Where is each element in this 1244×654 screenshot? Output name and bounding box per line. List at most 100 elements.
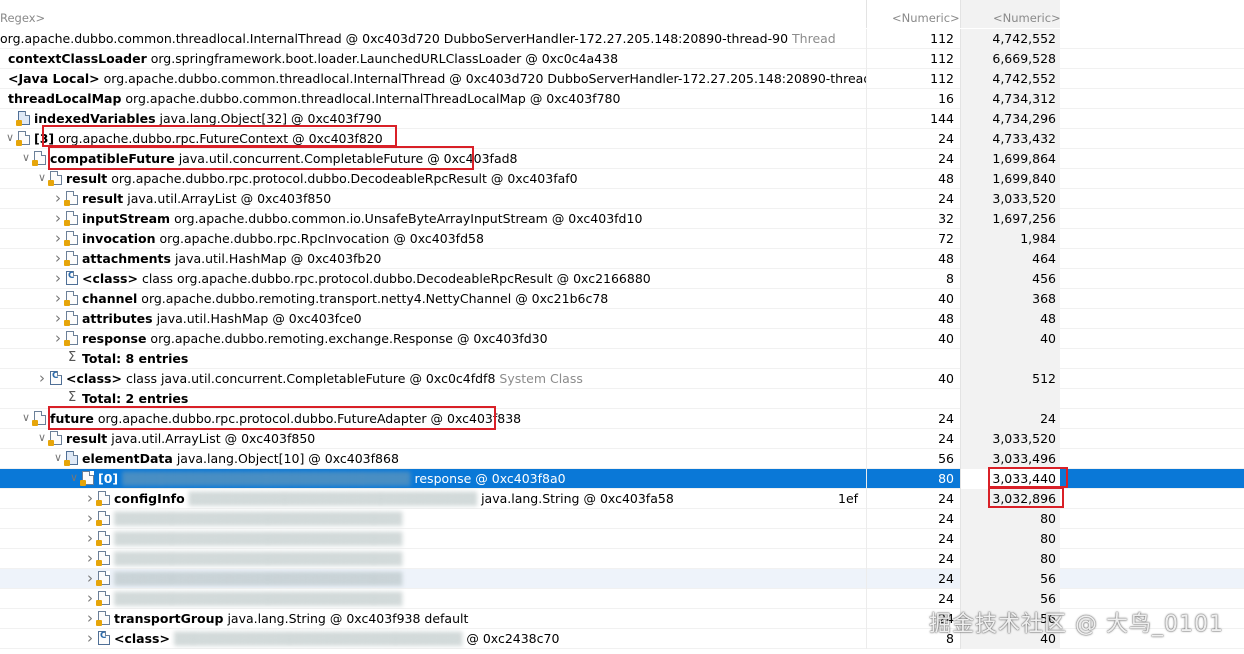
tree-row[interactable]: Σ Total: 2 entries [0,389,1244,409]
collapse-arrow-icon[interactable]: ∨ [68,471,80,485]
tree-row[interactable]: › ▒▒▒▒▒▒▒▒▒▒▒▒▒▒▒▒▒▒▒▒▒▒▒▒▒▒▒▒▒▒ 24 80 [0,549,1244,569]
tree-row[interactable]: › configInfo ▒▒▒▒▒▒▒▒▒▒▒▒▒▒▒▒▒▒▒▒▒▒▒▒▒▒▒▒… [0,489,1244,509]
name-cell[interactable]: ∨ result org.apache.dubbo.rpc.protocol.du… [0,169,866,189]
object-icon [96,531,110,546]
name-cell[interactable]: › configInfo ▒▒▒▒▒▒▒▒▒▒▒▒▒▒▒▒▒▒▒▒▒▒▒▒▒▒▒▒… [0,489,866,509]
name-cell[interactable]: Σ Total: 2 entries [0,389,866,409]
name-cell[interactable]: org.apache.dubbo.common.threadlocal.Inte… [0,29,866,49]
name-cell[interactable]: › attributes java.util.HashMap @ 0xc403fc… [0,309,866,329]
tree-row[interactable]: <Java Local> org.apache.dubbo.common.thr… [0,69,1244,89]
expand-arrow-icon[interactable]: › [52,331,64,346]
name-cell[interactable]: › ▒▒▒▒▒▒▒▒▒▒▒▒▒▒▒▒▒▒▒▒▒▒▒▒▒▒▒▒▒▒ [0,549,866,569]
tree-row[interactable]: contextClassLoader org.springframework.b… [0,49,1244,69]
retained-heap-cell: 3,033,520 [960,189,1060,209]
tree-row[interactable]: › ▒▒▒▒▒▒▒▒▒▒▒▒▒▒▒▒▒▒▒▒▒▒▒▒▒▒▒▒▒▒ 24 80 [0,529,1244,549]
name-cell[interactable]: threadLocalMap org.apache.dubbo.common.t… [0,89,866,109]
object-reference: @ 0xc403f8a0 [475,471,566,486]
tree-row[interactable]: › ▒▒▒▒▒▒▒▒▒▒▒▒▒▒▒▒▒▒▒▒▒▒▒▒▒▒▒▒▒▒ 24 80 [0,509,1244,529]
name-filter[interactable]: Regex> [0,11,45,25]
expand-arrow-icon[interactable]: › [84,531,96,546]
row-label: configInfo ▒▒▒▒▒▒▒▒▒▒▒▒▒▒▒▒▒▒▒▒▒▒▒▒▒▒▒▒▒… [114,491,858,507]
name-cell[interactable]: › attachments java.util.HashMap @ 0xc403f… [0,249,866,269]
expand-arrow-icon[interactable]: › [36,371,48,386]
name-cell[interactable]: ∨ result java.util.ArrayList @ 0xc403f850 [0,429,866,449]
name-cell[interactable]: › ▒▒▒▒▒▒▒▒▒▒▒▒▒▒▒▒▒▒▒▒▒▒▒▒▒▒▒▒▒▒ [0,529,866,549]
shallow-heap-filter[interactable]: <Numeric> [892,11,960,25]
expand-arrow-icon[interactable]: › [52,231,64,246]
expand-arrow-icon[interactable]: › [52,251,64,266]
name-cell[interactable]: › C <class> class org.apache.dubbo.rpc.pro… [0,269,866,289]
name-cell[interactable]: › ▒▒▒▒▒▒▒▒▒▒▒▒▒▒▒▒▒▒▒▒▒▒▒▒▒▒▒▒▒▒ [0,569,866,589]
name-cell[interactable]: › ▒▒▒▒▒▒▒▒▒▒▒▒▒▒▒▒▒▒▒▒▒▒▒▒▒▒▒▒▒▒ [0,589,866,609]
name-cell[interactable]: ∨ compatibleFuture java.util.concurrent.C… [0,149,866,169]
name-cell[interactable]: indexedVariables java.lang.Object[32] @ … [0,109,866,129]
tree-row[interactable]: › C <class> class org.apache.dubbo.rpc.pro… [0,269,1244,289]
tree-row[interactable]: ∨ [0] ▒▒▒▒▒▒▒▒▒▒▒▒▒▒▒▒▒▒▒▒▒▒▒▒▒▒▒▒▒▒ resp… [0,469,1244,489]
tree-row[interactable]: ∨ compatibleFuture java.util.concurrent.C… [0,149,1244,169]
tree-row[interactable]: ∨ [3] org.apache.dubbo.rpc.FutureContext … [0,129,1244,149]
tree-row[interactable]: org.apache.dubbo.common.threadlocal.Inte… [0,29,1244,49]
expand-arrow-icon[interactable]: › [84,631,96,646]
tree-row[interactable]: › result java.util.ArrayList @ 0xc403f850… [0,189,1244,209]
tree-row[interactable]: › response org.apache.dubbo.remoting.exch… [0,329,1244,349]
name-cell[interactable]: › inputStream org.apache.dubbo.common.io.… [0,209,866,229]
expand-arrow-icon[interactable]: › [52,291,64,306]
tree-row[interactable]: › inputStream org.apache.dubbo.common.io.… [0,209,1244,229]
name-cell[interactable]: › invocation org.apache.dubbo.rpc.RpcInvo… [0,229,866,249]
name-cell[interactable]: Σ Total: 8 entries [0,349,866,369]
expand-arrow-icon[interactable]: › [84,611,96,626]
retained-heap-value: 1,697,256 [992,211,1056,226]
tree-row[interactable]: › invocation org.apache.dubbo.rpc.RpcInvo… [0,229,1244,249]
name-cell[interactable]: <Java Local> org.apache.dubbo.common.thr… [0,69,866,89]
tree-row[interactable]: ∨ result org.apache.dubbo.rpc.protocol.du… [0,169,1244,189]
tree-row[interactable]: › channel org.apache.dubbo.remoting.trans… [0,289,1244,309]
name-cell[interactable]: ∨ [3] org.apache.dubbo.rpc.FutureContext … [0,129,866,149]
name-cell[interactable]: › result java.util.ArrayList @ 0xc403f850 [0,189,866,209]
column-header-shallow-heap[interactable]: <Numeric> [866,0,960,28]
column-header-class-name[interactable]: Regex> [0,0,866,28]
name-cell[interactable]: › ▒▒▒▒▒▒▒▒▒▒▒▒▒▒▒▒▒▒▒▒▒▒▒▒▒▒▒▒▒▒ [0,509,866,529]
object-reference: java.lang.String @ 0xc403f938 default [227,611,469,626]
expand-arrow-icon[interactable]: › [52,311,64,326]
row-label: org.apache.dubbo.common.threadlocal.Inte… [0,31,836,47]
tree-row[interactable]: › attachments java.util.HashMap @ 0xc403f… [0,249,1244,269]
dominator-tree-table[interactable]: Regex> <Numeric> <Numeric> org.apache.du… [0,0,1244,654]
tree-row[interactable]: ∨ result java.util.ArrayList @ 0xc403f850… [0,429,1244,449]
collapse-arrow-icon[interactable]: ∨ [36,431,48,445]
tree-row[interactable]: threadLocalMap org.apache.dubbo.common.t… [0,89,1244,109]
expand-arrow-icon[interactable]: › [52,191,64,206]
name-cell[interactable]: ∨ elementData java.lang.Object[10] @ 0xc4… [0,449,866,469]
tree-row[interactable]: ∨ future org.apache.dubbo.rpc.protocol.du… [0,409,1244,429]
object-reference: org.springframework.boot.loader.Launched… [150,51,619,66]
name-cell[interactable]: › response org.apache.dubbo.remoting.exch… [0,329,866,349]
name-cell[interactable]: › channel org.apache.dubbo.remoting.trans… [0,289,866,309]
tree-row[interactable]: Σ Total: 8 entries [0,349,1244,369]
expand-arrow-icon[interactable]: › [84,511,96,526]
object-reference: org.apache.dubbo.remoting.exchange.Respo… [150,331,548,346]
expand-arrow-icon[interactable]: › [84,551,96,566]
tree-row[interactable]: › ▒▒▒▒▒▒▒▒▒▒▒▒▒▒▒▒▒▒▒▒▒▒▒▒▒▒▒▒▒▒ 24 56 [0,569,1244,589]
expand-arrow-icon[interactable]: › [84,591,96,606]
collapse-arrow-icon[interactable]: ∨ [20,411,32,425]
collapse-arrow-icon[interactable]: ∨ [52,451,64,465]
expand-arrow-icon[interactable]: › [84,571,96,586]
collapse-arrow-icon[interactable]: ∨ [36,171,48,185]
tree-row[interactable]: indexedVariables java.lang.Object[32] @ … [0,109,1244,129]
collapse-arrow-icon[interactable]: ∨ [20,151,32,165]
retained-heap-filter[interactable]: <Numeric> [993,11,1061,25]
name-cell[interactable]: › C <class> class java.util.concurrent.Com… [0,369,866,389]
name-cell[interactable]: ∨ [0] ▒▒▒▒▒▒▒▒▒▒▒▒▒▒▒▒▒▒▒▒▒▒▒▒▒▒▒▒▒▒ resp… [0,469,866,489]
expand-arrow-icon[interactable]: › [52,271,64,286]
tree-row[interactable]: › C <class> class java.util.concurrent.Com… [0,369,1244,389]
name-cell[interactable]: › C <class> ▒▒▒▒▒▒▒▒▒▒▒▒▒▒▒▒▒▒▒▒▒▒▒▒▒▒▒▒▒▒… [0,629,866,649]
expand-arrow-icon[interactable]: › [52,211,64,226]
object-reference: org.apache.dubbo.rpc.RpcInvocation @ 0xc… [159,231,484,246]
name-cell[interactable]: ∨ future org.apache.dubbo.rpc.protocol.du… [0,409,866,429]
name-cell[interactable]: › transportGroup java.lang.String @ 0xc40… [0,609,866,629]
tree-row[interactable]: › attributes java.util.HashMap @ 0xc403fc… [0,309,1244,329]
column-header-retained-heap[interactable]: <Numeric> [960,0,1061,28]
expand-arrow-icon[interactable]: › [84,491,96,506]
collapse-arrow-icon[interactable]: ∨ [4,131,16,145]
tree-row[interactable]: ∨ elementData java.lang.Object[10] @ 0xc4… [0,449,1244,469]
name-cell[interactable]: contextClassLoader org.springframework.b… [0,49,866,69]
